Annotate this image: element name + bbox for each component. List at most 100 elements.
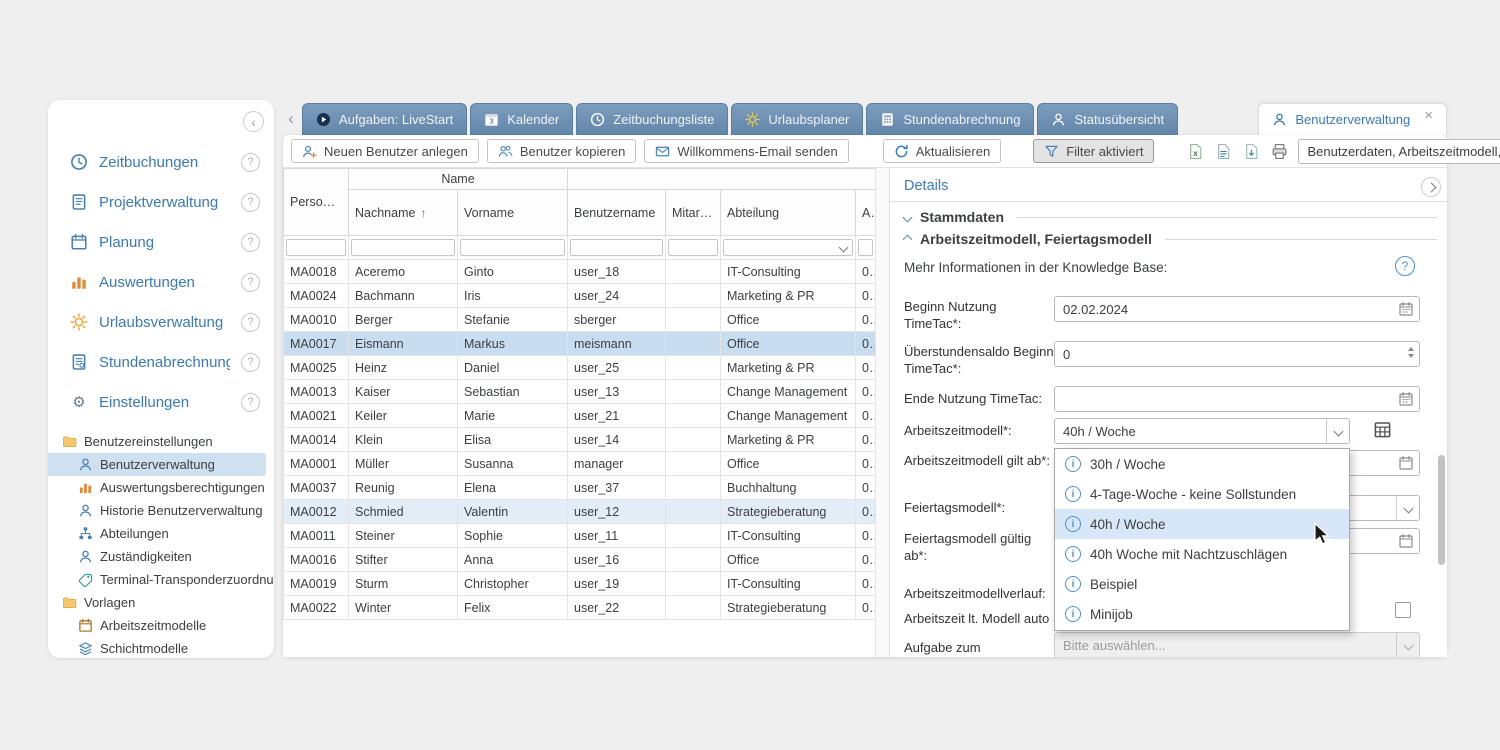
table-row[interactable]: MA0024BachmannIrisuser_24Marketing & PR0… [284, 284, 876, 308]
chevron-down-icon[interactable] [1326, 419, 1349, 443]
copy-user-button[interactable]: Benutzer kopieren [487, 139, 637, 163]
tree-item-benutzereinstellungen[interactable]: Benutzereinstellungen [48, 430, 274, 453]
column-header-nachname[interactable]: Nachname↑ [349, 190, 458, 236]
column-filter-input[interactable] [570, 239, 663, 256]
help-icon[interactable]: ? [241, 193, 260, 212]
panel-collapse-button[interactable] [1421, 177, 1441, 197]
tab-urlaubsplaner[interactable]: Urlaubsplaner [731, 103, 863, 135]
calendar-icon[interactable] [1398, 391, 1414, 407]
tab-statusübersicht[interactable]: Statusübersicht [1037, 103, 1178, 135]
tree-item-abteilungen[interactable]: Abteilungen [48, 522, 274, 545]
sidebar-collapse-button[interactable]: ‹ [243, 111, 264, 132]
tree-item-terminal-transponderzuordnu[interactable]: Terminal-Transponderzuordnu [48, 568, 274, 591]
welcome-email-button[interactable]: Willkommens-Email senden [644, 139, 848, 163]
calendar-icon[interactable] [1398, 301, 1414, 317]
worktime-model-calendar-button[interactable] [1372, 420, 1392, 440]
print-button[interactable] [1268, 140, 1290, 162]
column-header-benutzername[interactable]: Benutzername [568, 190, 666, 236]
panel-splitter[interactable] [875, 168, 889, 657]
sidebar-item-planung[interactable]: Planung? [48, 222, 274, 262]
table-row[interactable]: MA0025HeinzDanieluser_25Marketing & PR02… [284, 356, 876, 380]
table-row[interactable]: MA0012SchmiedValentinuser_12Strategieber… [284, 500, 876, 524]
tab-kalender[interactable]: 3Kalender [470, 103, 573, 135]
beginn-nutzung-input[interactable]: 02.02.2024 [1054, 296, 1420, 322]
document-export-button[interactable] [1212, 140, 1234, 162]
document-icon [70, 193, 88, 211]
tree-item-benutzerverwaltung[interactable]: Benutzerverwaltung [48, 453, 266, 476]
column-header-abt[interactable]: Abt... [856, 190, 876, 236]
download-export-button[interactable] [1240, 140, 1262, 162]
sidebar-item-einstellungen[interactable]: ⚙Einstellungen? [48, 382, 274, 422]
arbeitszeitmodell-combobox[interactable]: 40h / Woche [1054, 418, 1350, 444]
close-tab-icon[interactable]: × [1424, 108, 1433, 123]
sidebar-item-auswertungen[interactable]: Auswertungen? [48, 262, 274, 302]
help-icon[interactable]: ? [241, 393, 260, 412]
help-icon[interactable]: ? [241, 313, 260, 332]
help-icon[interactable]: ? [241, 233, 260, 252]
dropdown-option[interactable]: iMinijob [1055, 599, 1349, 629]
table-row[interactable]: MA0019SturmChristopheruser_19IT-Consulti… [284, 572, 876, 596]
column-header-mitarbeiter[interactable]: Mitarbe... [666, 190, 721, 236]
column-header-personalnr[interactable]: Personal... [284, 169, 349, 236]
sidebar-item-urlaubsverwaltung[interactable]: Urlaubsverwaltung? [48, 302, 274, 342]
dropdown-option[interactable]: i40h Woche mit Nachtzuschlägen [1055, 539, 1349, 569]
tabs-scroll-left-button[interactable]: ‹ [283, 103, 299, 135]
table-row[interactable]: MA0014KleinElisauser_14Marketing & PR02.… [284, 428, 876, 452]
table-row[interactable]: MA0001MüllerSusannamanagerOffice02.0 [284, 452, 876, 476]
tab-zeitbuchungsliste[interactable]: Zeitbuchungsliste [576, 103, 728, 135]
section-arbeitszeitmodell[interactable]: Arbeitszeitmodell, Feiertagsmodell [904, 231, 1437, 247]
column-header-vorname[interactable]: Vorname [458, 190, 568, 236]
view-select[interactable]: Benutzerdaten, Arbeitszeitmodell, F [1298, 139, 1500, 164]
filter-button[interactable]: Filter aktiviert [1033, 139, 1154, 163]
vertical-scrollbar-thumb[interactable] [1438, 455, 1445, 565]
help-icon[interactable]: ? [241, 353, 260, 372]
column-header-abteilung[interactable]: Abteilung [721, 190, 856, 236]
dropdown-option[interactable]: iBeispiel [1055, 569, 1349, 599]
help-icon[interactable]: ? [241, 273, 260, 292]
refresh-button[interactable]: Aktualisieren [883, 139, 1001, 163]
sidebar-item-zeitbuchungen[interactable]: Zeitbuchungen? [48, 142, 274, 182]
table-row[interactable]: MA0021KeilerMarieuser_21Change Managemen… [284, 404, 876, 428]
calendar-icon[interactable] [1398, 533, 1414, 549]
help-icon[interactable]: ? [241, 153, 260, 172]
tree-item-arbeitszeitmodelle[interactable]: Arbeitszeitmodelle [48, 614, 274, 637]
ueberstundensaldo-input[interactable]: 0 [1054, 341, 1420, 367]
table-row[interactable]: MA0037ReunigElenauser_37Buchhaltung02.0 [284, 476, 876, 500]
chevron-down-icon[interactable] [1396, 496, 1419, 520]
column-filter-input[interactable] [351, 239, 455, 256]
calendar-icon[interactable] [1398, 455, 1414, 471]
tree-item-auswertungsberechtigungen[interactable]: Auswertungsberechtigungen [48, 476, 274, 499]
table-row[interactable]: MA0017EismannMarkusmeismannOffice02.0 [284, 332, 876, 356]
table-row[interactable]: MA0018AceremoGintouser_18IT-Consulting02… [284, 260, 876, 284]
org-icon [78, 526, 93, 541]
number-stepper[interactable] [1408, 347, 1414, 358]
arbeitszeit-checkbox[interactable] [1395, 602, 1411, 618]
sidebar-item-projektverwaltung[interactable]: Projektverwaltung? [48, 182, 274, 222]
table-row[interactable]: MA0010BergerStefaniesbergerOffice02.0 [284, 308, 876, 332]
sidebar-item-stundenabrechnung[interactable]: Stundenabrechnung? [48, 342, 274, 382]
excel-export-button[interactable]: x [1184, 140, 1206, 162]
table-row[interactable]: MA0016StifterAnnauser_16Office02.0 [284, 548, 876, 572]
dropdown-option[interactable]: i30h / Woche [1055, 449, 1349, 479]
knowledge-base-help-icon[interactable]: ? [1395, 256, 1415, 276]
section-stammdaten[interactable]: Stammdaten [904, 209, 1437, 225]
column-filter-select[interactable] [723, 239, 853, 256]
ende-nutzung-input[interactable] [1054, 386, 1420, 412]
dropdown-option[interactable]: i4-Tage-Woche - keine Sollstunden [1055, 479, 1349, 509]
column-filter-input[interactable] [858, 239, 873, 256]
table-row[interactable]: MA0013KaiserSebastianuser_13Change Manag… [284, 380, 876, 404]
table-row[interactable]: MA0011SteinerSophieuser_11IT-Consulting0… [284, 524, 876, 548]
tree-item-historie-benutzerverwaltung[interactable]: Historie Benutzerverwaltung [48, 499, 274, 522]
new-user-button[interactable]: Neuen Benutzer anlegen [291, 139, 479, 163]
tree-item-vorlagen[interactable]: Vorlagen [48, 591, 274, 614]
dropdown-option[interactable]: i40h / Woche [1055, 509, 1349, 539]
tab-benutzerverwaltung[interactable]: Benutzerverwaltung × [1258, 103, 1447, 135]
tree-item-schichtmodelle[interactable]: Schichtmodelle [48, 637, 274, 658]
column-filter-input[interactable] [668, 239, 718, 256]
column-filter-input[interactable] [286, 239, 346, 256]
tab-stundenabrechnung[interactable]: Stundenabrechnung [866, 103, 1034, 135]
tree-item-zuständigkeiten[interactable]: Zuständigkeiten [48, 545, 274, 568]
column-filter-input[interactable] [460, 239, 565, 256]
table-row[interactable]: MA0022WinterFelixuser_22Strategieberatun… [284, 596, 876, 620]
tab-aufgaben-livestart[interactable]: Aufgaben: LiveStart [302, 103, 467, 135]
